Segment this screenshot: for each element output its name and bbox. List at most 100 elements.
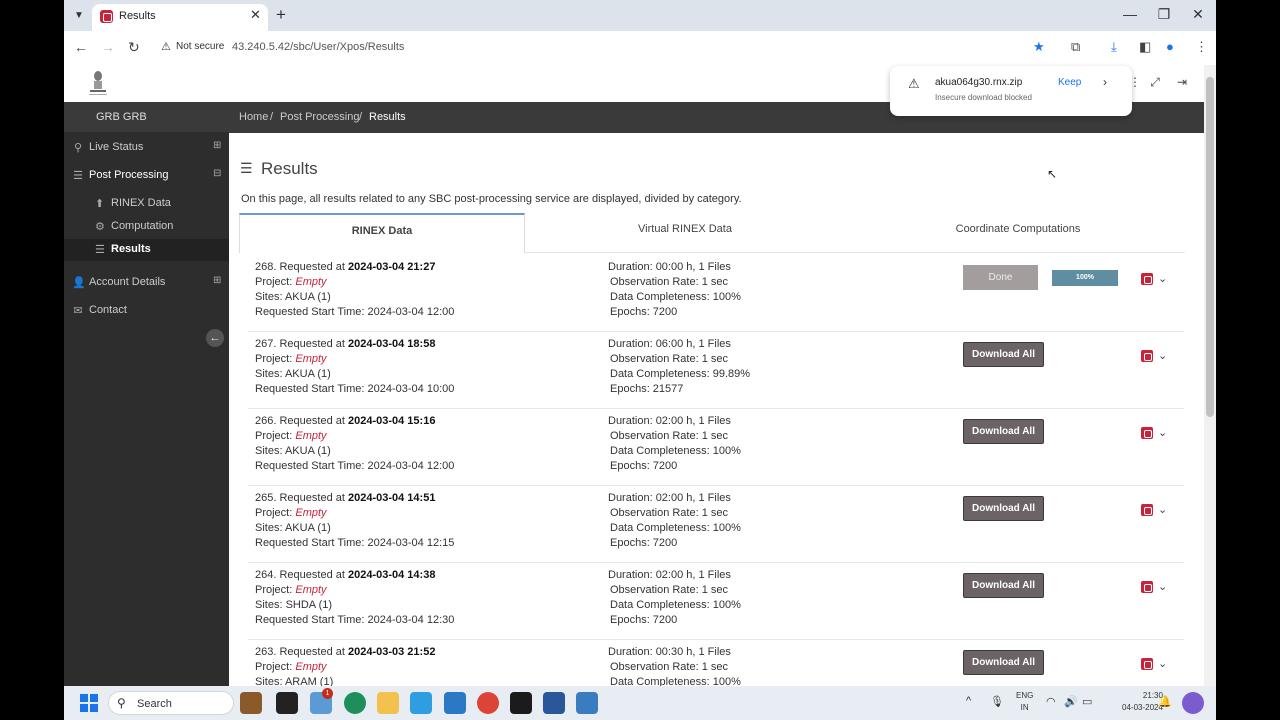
sidebar-item-account-details[interactable]: 👤 Account Details ⊞ <box>64 269 229 296</box>
minimize-icon[interactable]: — <box>1120 6 1140 22</box>
chevron-down-icon[interactable]: ⌄ <box>1158 657 1167 670</box>
reload-icon[interactable]: ↻ <box>128 39 140 56</box>
tab-virtual-rinex-data[interactable]: Virtual RINEX Data <box>542 213 828 253</box>
sites-value: SHDA (1) <box>285 599 333 611</box>
downloads-icon[interactable]: ⤓ <box>1111 39 1117 55</box>
chevron-down-icon[interactable]: ⌄ <box>1158 503 1167 516</box>
file-explorer-icon[interactable] <box>377 692 399 714</box>
breadcrumb-home[interactable]: Home <box>239 111 268 123</box>
sidebar-subitem-results[interactable]: ☰ Results <box>64 239 229 261</box>
terminal-icon[interactable] <box>510 692 532 714</box>
taskbar-search[interactable]: ⚲ Search <box>108 691 234 715</box>
settings-app-icon[interactable] <box>576 692 598 714</box>
clock-time: 21:30 <box>1142 691 1163 700</box>
close-window-icon[interactable]: ✕ <box>1188 6 1208 23</box>
menu-dots-icon[interactable]: ⋮ <box>1195 39 1208 55</box>
breadcrumb-current: Results <box>369 111 406 123</box>
expand-icon[interactable]: ⊞ <box>213 140 221 151</box>
download-all-button[interactable]: Download All <box>963 650 1044 675</box>
microphone-icon[interactable]: 🎙 <box>990 695 1004 708</box>
forward-icon[interactable]: → <box>101 39 115 55</box>
tab-search-chevron-icon[interactable]: ▼ <box>70 7 88 25</box>
project-value[interactable]: Empty <box>295 507 326 519</box>
tray-overflow-icon[interactable]: ^ <box>966 695 971 707</box>
result-epochs: Epochs: 7200 <box>610 614 678 626</box>
fullscreen-icon[interactable]: ⤢ <box>1146 75 1164 93</box>
tab-rinex-data[interactable]: RINEX Data <box>239 213 525 253</box>
result-request: 268. Requested at 2024-03-04 21:27 <box>255 261 435 273</box>
project-label: Project: <box>255 353 293 365</box>
download-all-button[interactable]: Download All <box>963 342 1044 367</box>
chevron-down-icon[interactable]: ⌄ <box>1158 349 1167 362</box>
mail-app-icon[interactable] <box>444 692 466 714</box>
tab-coordinate-computations[interactable]: Coordinate Computations <box>875 213 1161 253</box>
security-label[interactable]: Not secure <box>176 41 224 52</box>
tab-close-icon[interactable]: ✕ <box>250 7 261 23</box>
copilot-icon[interactable] <box>1182 692 1204 714</box>
windows-start-icon[interactable] <box>80 694 98 712</box>
result-app-icon[interactable] <box>1141 581 1153 593</box>
sidebar-item-live-status[interactable]: ⚲ Live Status ⊞ <box>64 134 229 161</box>
done-button[interactable]: Done <box>963 265 1038 290</box>
result-app-icon[interactable] <box>1141 658 1153 670</box>
sidebar-subitem-computation[interactable]: ⚙ Computation <box>64 216 229 238</box>
chevron-down-icon[interactable]: ⌄ <box>1158 580 1167 593</box>
result-app-icon[interactable] <box>1141 504 1153 516</box>
download-all-button[interactable]: Download All <box>963 419 1044 444</box>
volume-icon[interactable]: 🔊 <box>1064 695 1078 708</box>
warning-icon[interactable]: ⚠ <box>161 40 171 53</box>
chrome-browser-icon[interactable] <box>477 692 499 714</box>
restore-icon[interactable]: ❐ <box>1154 6 1174 23</box>
logout-icon[interactable]: ⇥ <box>1173 75 1191 93</box>
sites-value: AKUA (1) <box>284 291 331 303</box>
extensions-icon[interactable]: ⧉ <box>1071 39 1080 55</box>
widgets-icon[interactable] <box>240 692 262 714</box>
browser-toolbar: ← → ↻ ⚠ Not secure 43.240.5.42/sbc/User/… <box>64 31 1216 65</box>
sidebar-item-post-processing[interactable]: ☰ Post Processing ⊟ <box>64 162 229 189</box>
language-indicator[interactable]: ENG IN <box>1016 690 1033 714</box>
sidebar-subitem-rinex-data[interactable]: ⬆ RINEX Data <box>64 193 229 215</box>
bookmark-star-icon[interactable]: ★ <box>1033 39 1045 55</box>
word-icon[interactable] <box>543 692 565 714</box>
address-bar[interactable]: 43.240.5.42/sbc/User/Xpos/Results <box>232 41 404 53</box>
project-value[interactable]: Empty <box>295 584 326 596</box>
project-value[interactable]: Empty <box>295 430 326 442</box>
new-tab-button[interactable]: + <box>276 5 286 25</box>
system-clock[interactable]: 21:30 04-03-2024 <box>1122 690 1163 714</box>
result-start-time: Requested Start Time: 2024-03-04 12:00 <box>255 460 454 472</box>
download-all-button[interactable]: Download All <box>963 496 1044 521</box>
battery-icon[interactable]: ▭ <box>1082 695 1092 708</box>
result-app-icon[interactable] <box>1141 273 1153 285</box>
scrollbar[interactable] <box>1204 65 1216 686</box>
side-panel-icon[interactable]: ◧ <box>1139 39 1151 55</box>
expand-icon[interactable]: ⊞ <box>213 275 221 286</box>
map-pin-icon: ⚲ <box>73 142 83 154</box>
collapse-icon[interactable]: ⊟ <box>213 168 221 179</box>
wifi-icon[interactable]: ◠ <box>1046 695 1056 708</box>
keep-button[interactable]: Keep <box>1058 77 1081 88</box>
chevron-down-icon[interactable]: ⌄ <box>1158 426 1167 439</box>
notification-bell-icon[interactable]: 🔔 <box>1158 695 1172 708</box>
store-icon[interactable] <box>410 692 432 714</box>
chevron-right-icon[interactable]: › <box>1103 75 1107 89</box>
project-value[interactable]: Empty <box>295 661 326 673</box>
task-view-icon[interactable] <box>276 692 298 714</box>
profile-icon[interactable]: ● <box>1166 39 1174 54</box>
result-sites: Sites: ARAM (1) <box>255 676 333 686</box>
project-value[interactable]: Empty <box>295 276 326 288</box>
result-app-icon[interactable] <box>1141 427 1153 439</box>
chevron-down-icon[interactable]: ⌄ <box>1158 272 1167 285</box>
edge-browser-icon[interactable] <box>344 692 366 714</box>
result-app-icon[interactable] <box>1141 350 1153 362</box>
collapse-sidebar-icon[interactable]: ← <box>206 329 224 347</box>
project-value[interactable]: Empty <box>295 353 326 365</box>
browser-tab[interactable]: Results ✕ <box>92 4 268 31</box>
download-all-button[interactable]: Download All <box>963 573 1044 598</box>
scrollbar-thumb[interactable] <box>1206 77 1214 417</box>
result-id: 265. <box>255 492 277 504</box>
back-icon[interactable]: ← <box>74 39 88 55</box>
list-icon: ☰ <box>240 160 253 176</box>
sidebar-item-contact[interactable]: ✉ Contact <box>64 297 229 324</box>
breadcrumb-post-processing[interactable]: Post Processing <box>280 111 359 123</box>
result-project: Project: Empty <box>255 353 327 365</box>
